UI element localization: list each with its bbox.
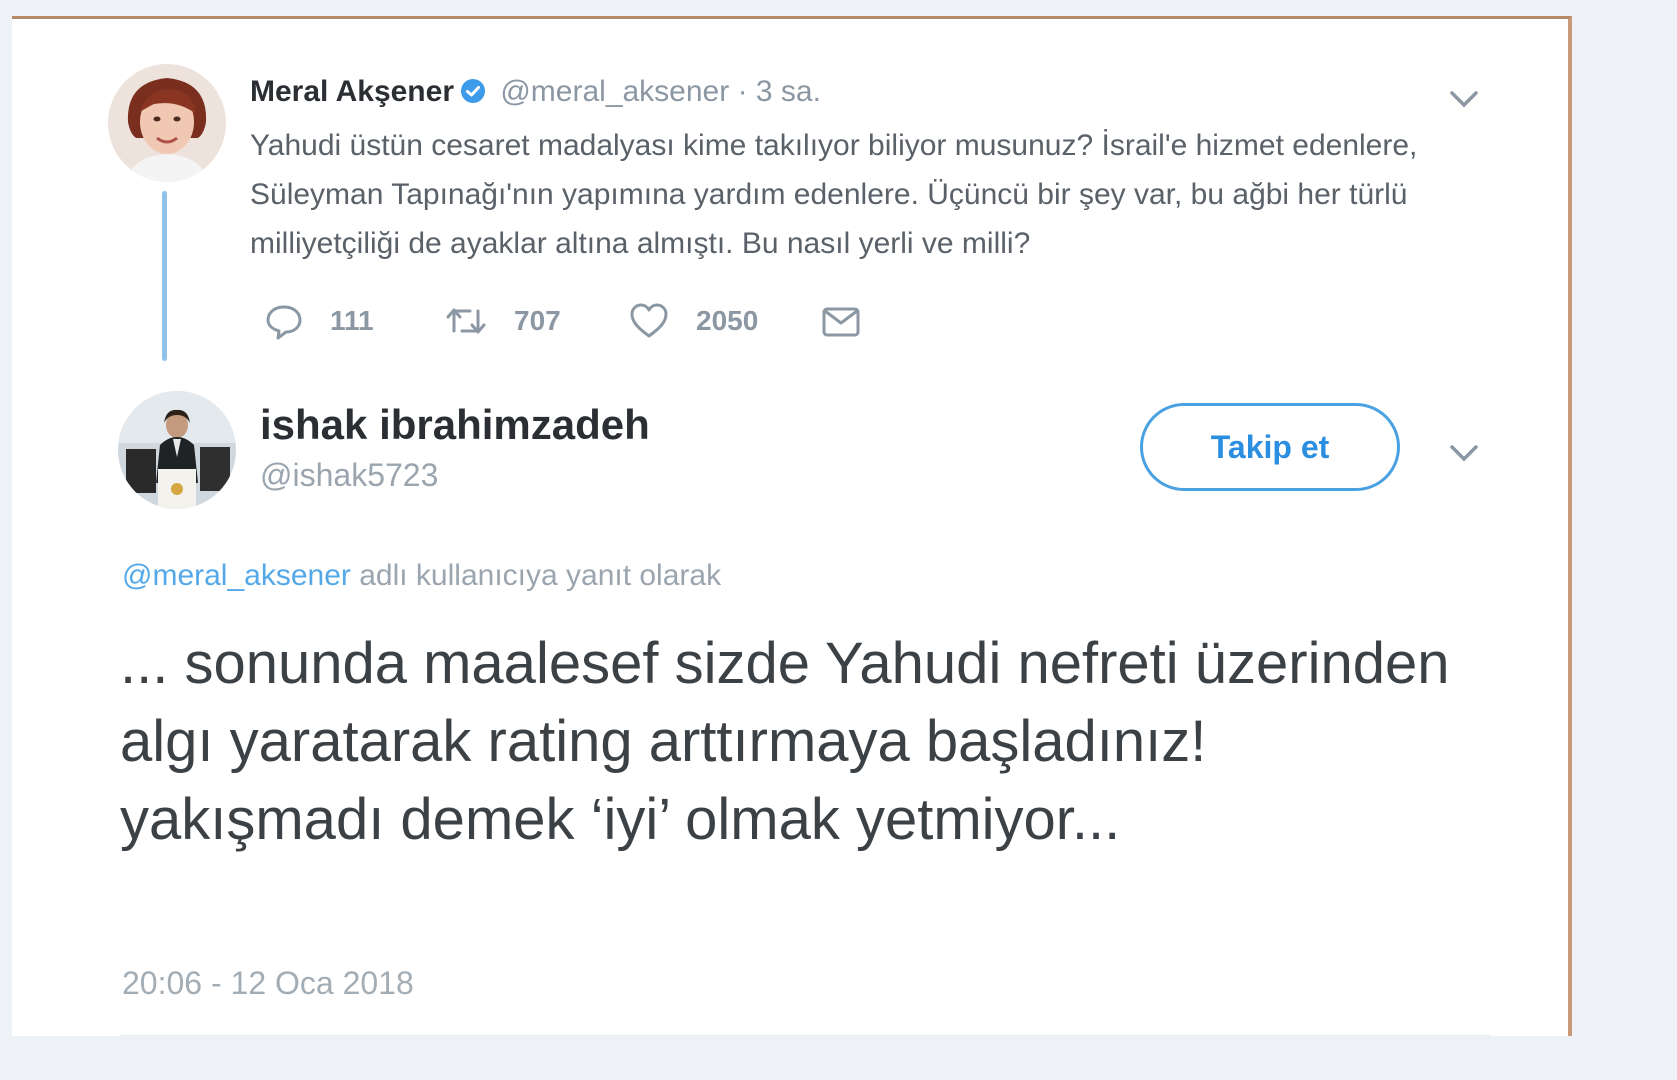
follow-button[interactable]: Takip et [1140,403,1400,491]
parent-time-ago[interactable]: 3 sa. [756,75,821,108]
parent-tweet-header: Meral Akşener @meral_aksener · 3 sa. [250,75,821,109]
tweet-card: Meral Akşener @meral_aksener · 3 sa. Yah… [12,16,1572,1036]
parent-author-name[interactable]: Meral Akşener [250,75,454,108]
avatar-reply-author[interactable] [118,391,236,509]
reply-author-handle[interactable]: @ishak5723 [260,457,438,494]
parent-more-chevron-down-icon[interactable] [1444,81,1484,115]
verified-badge-icon [460,78,486,104]
retweet-count: 707 [514,305,561,336]
message-icon [820,301,862,341]
reply-timestamp[interactable]: 20:06 - 12 Oca 2018 [122,965,414,1002]
retweet-button[interactable]: 707 [444,297,561,345]
reply-button[interactable]: 111 [264,297,374,345]
like-button[interactable]: 2050 [628,297,758,345]
reply-tweet-text: ... sonunda maalesef sizde Yahudi nefret… [120,631,1450,852]
reply-count: 111 [330,305,374,336]
page-background-strip [0,1036,1677,1080]
like-icon [628,301,670,341]
thread-connector-line [162,191,167,361]
reply-author-name[interactable]: ishak ibrahimzadeh [260,401,650,449]
header-separator: · [737,75,756,108]
replying-to-line: @meral_aksener adlı kullanıcıya yanıt ol… [122,559,721,593]
parent-action-bar: 111 707 2050 [264,297,964,345]
reply-more-chevron-down-icon[interactable] [1444,435,1484,469]
avatar-parent-author[interactable] [108,64,226,182]
parent-author-handle[interactable]: @meral_aksener [500,75,729,108]
direct-message-button[interactable] [820,297,862,345]
reply-icon [264,301,304,341]
reply-to-mention-link[interactable]: @meral_aksener [122,559,351,592]
reply-to-label: adlı kullanıcıya yanıt olarak [350,559,722,592]
retweet-icon [444,301,488,341]
like-count: 2050 [696,305,759,336]
parent-tweet-text: Yahudi üstün cesaret madalyası kime takı… [250,129,1418,260]
